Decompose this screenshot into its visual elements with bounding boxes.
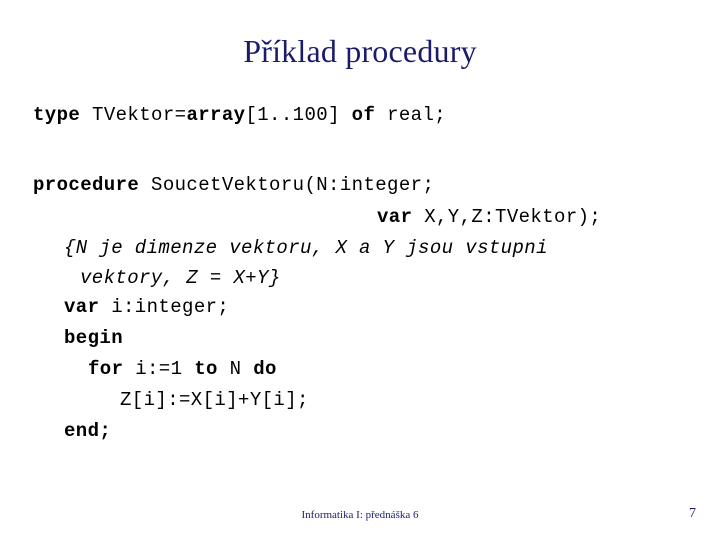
code-line-begin: begin [64,327,124,349]
keyword-of: of [351,104,376,126]
page-title: Příklad procedury [243,33,477,69]
code-line-end: end; [64,420,112,442]
keyword-to: to [194,358,218,380]
keyword-procedure: procedure [33,174,140,196]
code-listing: type TVektor=array[1..100] of real; proc… [0,104,720,442]
keyword-var-params: var [377,206,413,228]
keyword-type: type [33,104,81,126]
keyword-for: for [88,358,124,380]
keyword-do: do [253,358,277,380]
code-line-comment-first: {N je dimenze vektoru, X a Y jsou vstupn… [64,237,548,259]
slide-canvas: Příklad procedury type TVektor=array[1..… [0,0,720,540]
var-parameter-list: X,Y,Z:TVektor); [412,206,602,228]
code-line-type-declaration: type TVektor=array[1..100] of real; [33,104,720,126]
keyword-array: array [186,104,246,126]
code-line-assignment: Z[i]:=X[i]+Y[i]; [120,389,309,411]
code-line-comment-second: vektory, Z = X+Y} [80,267,281,289]
loop-counter: i:=1 [123,358,195,380]
footer-note: Informatika I: přednáška 6 [301,509,419,521]
code-line-local-var: var i:integer; [64,296,720,318]
page-number: 7 [689,506,696,521]
code-line-procedure-header: procedure SoucetVektoru(N:integer; [33,174,720,196]
code-line-var-parameters: var X,Y,Z:TVektor); [377,206,720,228]
local-var-declaration: i:integer; [99,296,230,318]
keyword-var-local: var [64,296,100,318]
array-range: [1..100] [245,104,352,126]
code-line-for-loop: for i:=1 to N do [88,358,720,380]
element-type: real; [375,104,447,126]
type-name: TVektor= [80,104,187,126]
loop-limit: N [217,358,254,380]
procedure-signature: SoucetVektoru(N:integer; [139,174,435,196]
